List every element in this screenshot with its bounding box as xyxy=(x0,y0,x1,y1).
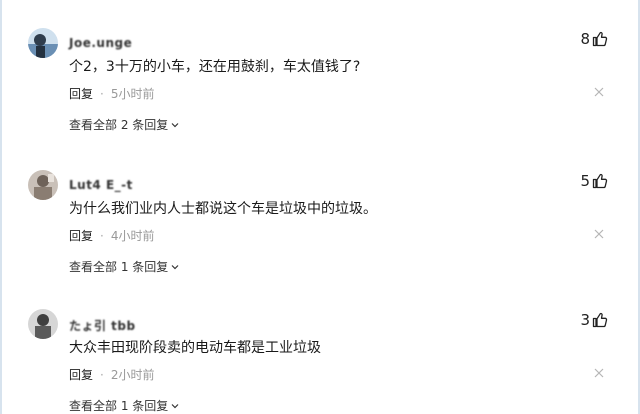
avatar[interactable] xyxy=(28,28,58,58)
thumbs-up-icon xyxy=(592,312,608,328)
view-replies-button[interactable]: 查看全部 2 条回复 xyxy=(69,116,180,133)
timestamp: 5小时前 xyxy=(110,87,155,101)
close-icon[interactable] xyxy=(594,368,604,378)
separator: · xyxy=(100,86,104,101)
like-button[interactable]: 3 xyxy=(580,311,608,329)
like-count: 5 xyxy=(580,172,590,190)
reply-button[interactable]: 回复 xyxy=(69,366,93,383)
like-count: 8 xyxy=(580,30,590,48)
thumbs-up-icon xyxy=(592,31,608,47)
view-replies-label: 查看全部 1 条回复 xyxy=(69,399,169,413)
comment-panel: Joe.unge 8 𠆤2，3十万的小车，还在用鼓刹，车太值钱了? 回复 · 5… xyxy=(0,0,640,414)
view-replies-label: 查看全部 1 条回复 xyxy=(69,260,169,274)
username[interactable]: たょ引 tbb xyxy=(69,317,136,334)
username[interactable]: Joe.unge xyxy=(69,36,132,50)
username[interactable]: Lut4 E_-t xyxy=(69,178,133,192)
comment-text: 大众丰田现阶段卖的电动车都是工业垃圾 xyxy=(69,340,321,356)
separator: · xyxy=(100,228,104,243)
avatar[interactable] xyxy=(28,170,58,200)
like-button[interactable]: 8 xyxy=(580,30,608,48)
comment-meta: 回复 · 2小时前 xyxy=(69,366,154,383)
thumbs-up-icon xyxy=(592,173,608,189)
view-replies-button[interactable]: 查看全部 1 条回复 xyxy=(69,258,180,275)
close-icon[interactable] xyxy=(594,87,604,97)
view-replies-button[interactable]: 查看全部 1 条回复 xyxy=(69,397,180,414)
comment-meta: 回复 · 4小时前 xyxy=(69,227,154,244)
timestamp: 2小时前 xyxy=(110,368,155,382)
like-button[interactable]: 5 xyxy=(580,172,608,190)
avatar[interactable] xyxy=(28,309,58,339)
view-replies-label: 查看全部 2 条回复 xyxy=(69,118,169,132)
like-count: 3 xyxy=(580,311,590,329)
timestamp: 4小时前 xyxy=(110,229,155,243)
reply-button[interactable]: 回复 xyxy=(69,227,93,244)
comment-meta: 回复 · 5小时前 xyxy=(69,85,154,102)
chevron-down-icon xyxy=(171,122,179,127)
comment-text: 为什么我们业内人士都说这个车是垃圾中的垃圾。 xyxy=(69,201,377,217)
chevron-down-icon xyxy=(171,264,179,269)
reply-button[interactable]: 回复 xyxy=(69,85,93,102)
chevron-down-icon xyxy=(171,403,179,408)
close-icon[interactable] xyxy=(594,229,604,239)
separator: · xyxy=(100,367,104,382)
comment-text: 𠆤2，3十万的小车，还在用鼓刹，车太值钱了? xyxy=(69,59,361,75)
